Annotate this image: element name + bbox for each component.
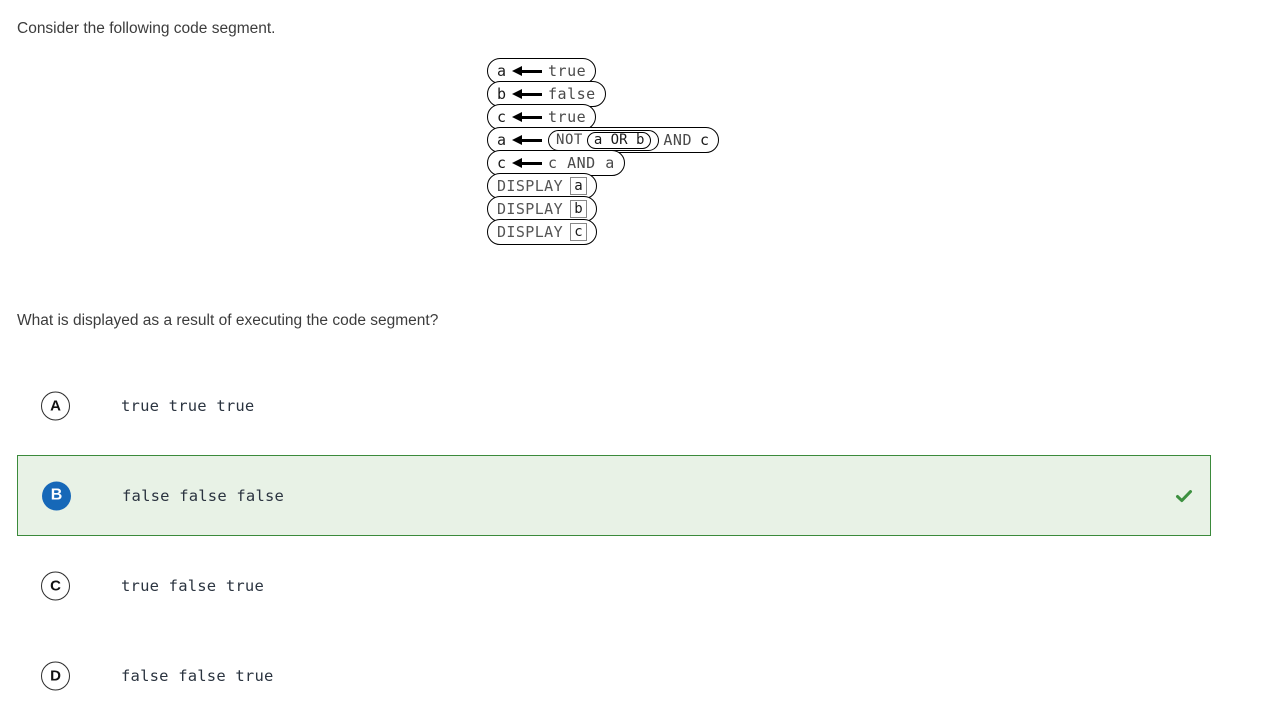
answer-choice-d[interactable]: D false false true <box>17 635 1211 716</box>
assign-target: a <box>497 61 507 80</box>
display-block-3: DISPLAY c <box>487 219 598 245</box>
answer-choice-b[interactable]: B false false false <box>17 455 1211 536</box>
display-variable-box: c <box>570 223 588 241</box>
display-variable-box: a <box>570 177 588 195</box>
choice-text-c: true false true <box>121 576 264 595</box>
assign-value: c AND a <box>548 153 615 172</box>
assign-target: b <box>497 84 507 103</box>
question-text: What is displayed as a result of executi… <box>17 312 439 329</box>
display-variable-box: b <box>570 200 588 218</box>
display-keyword: DISPLAY <box>497 199 564 218</box>
display-keyword: DISPLAY <box>497 222 564 241</box>
not-expression-block: NOT a OR b <box>548 129 660 151</box>
choice-text-b: false false false <box>122 486 285 505</box>
assign-value: true <box>548 107 587 126</box>
and-keyword: AND <box>663 130 692 149</box>
question-intro-text: Consider the following code segment. <box>17 20 276 37</box>
correct-check-icon <box>1174 486 1194 506</box>
assignment-arrow-icon <box>512 88 543 100</box>
not-keyword: NOT <box>556 132 583 148</box>
answer-choice-a[interactable]: A true true true <box>17 365 1211 446</box>
choice-letter-c: C <box>41 571 70 600</box>
code-segment-block: a true b false c true a NOT a OR b AND c… <box>487 58 720 245</box>
and-operand: c <box>700 130 710 149</box>
or-expression-text: a OR b <box>593 132 645 148</box>
assignment-arrow-icon <box>512 134 543 146</box>
code-line: DISPLAY c <box>487 219 719 245</box>
or-expression-block: a OR b <box>586 131 652 149</box>
assignment-arrow-icon <box>512 157 543 169</box>
display-keyword: DISPLAY <box>497 176 564 195</box>
assignment-arrow-icon <box>512 111 543 123</box>
choice-letter-b: B <box>42 481 71 510</box>
assign-target: c <box>497 107 507 126</box>
assign-value: false <box>548 84 596 103</box>
choice-text-d: false false true <box>121 666 274 685</box>
assign-target: a <box>497 130 507 149</box>
assign-target: c <box>497 153 507 172</box>
choice-letter-d: D <box>41 661 70 690</box>
assign-value: true <box>548 61 587 80</box>
choice-text-a: true true true <box>121 396 255 415</box>
answer-choice-c[interactable]: C true false true <box>17 545 1211 626</box>
assignment-arrow-icon <box>512 65 543 77</box>
choice-letter-a: A <box>41 391 70 420</box>
